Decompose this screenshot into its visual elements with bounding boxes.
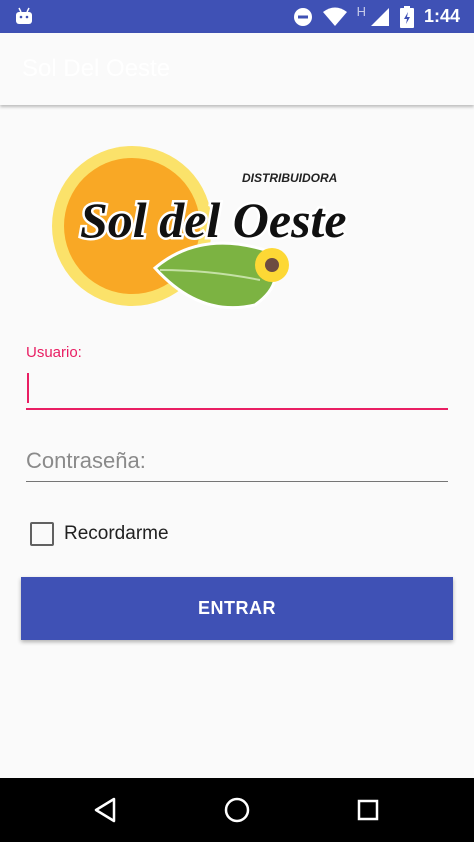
home-icon[interactable] (221, 794, 253, 826)
battery-icon (399, 5, 414, 28)
back-icon[interactable] (90, 794, 122, 826)
remember-me-row[interactable]: Recordarme (30, 522, 169, 546)
app-title: Sol Del Oeste (22, 55, 171, 82)
do-not-disturb-icon (293, 7, 312, 26)
remember-me-checkbox[interactable] (30, 522, 54, 546)
brand-logo: DISTRIBUIDORA Sol del Oeste (52, 146, 349, 310)
app-bar: Sol Del Oeste (0, 33, 474, 105)
login-button[interactable]: ENTRAR (21, 577, 453, 640)
system-nav-bar (0, 778, 474, 842)
android-icon (16, 7, 32, 24)
password-input[interactable] (26, 440, 448, 482)
remember-me-label[interactable]: Recordarme (64, 523, 169, 545)
network-type-label: H (356, 4, 366, 19)
status-bar: H 1:44 (0, 0, 474, 33)
text-cursor (27, 373, 29, 403)
sunflower-icon (255, 248, 289, 282)
signal-icon (370, 7, 389, 26)
username-input[interactable] (26, 366, 448, 410)
logo-title: Sol del Oeste (80, 192, 347, 248)
wifi-icon (322, 7, 347, 26)
recents-icon[interactable] (352, 794, 384, 826)
logo-subtitle: DISTRIBUIDORA (242, 171, 337, 185)
username-label: Usuario: (26, 344, 82, 361)
clock: 1:44 (423, 6, 460, 26)
